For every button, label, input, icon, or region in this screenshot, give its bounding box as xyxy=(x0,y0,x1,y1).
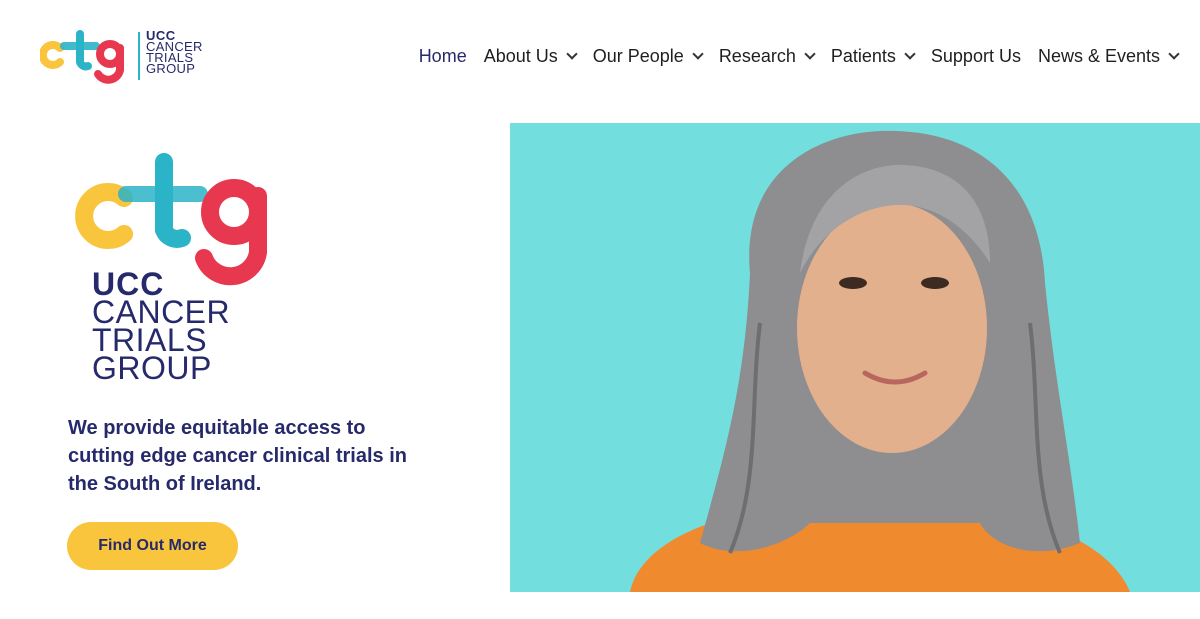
nav-our-people[interactable]: Our People xyxy=(592,46,704,67)
nav-support-us[interactable]: Support Us xyxy=(931,46,1021,67)
nav-news-events-label: News & Events xyxy=(1037,46,1160,66)
nav-our-people-label: Our People xyxy=(592,46,684,66)
chevron-down-icon xyxy=(692,48,704,60)
nav-research-label: Research xyxy=(718,46,796,66)
find-out-more-button[interactable]: Find Out More xyxy=(67,522,238,570)
nav-about-us-label: About Us xyxy=(483,46,558,66)
chevron-down-icon xyxy=(566,48,578,60)
nav-about-us[interactable]: About Us xyxy=(483,46,578,67)
hero-logo-group: GROUP xyxy=(92,350,212,386)
nav-patients-label: Patients xyxy=(830,46,896,66)
chevron-down-icon xyxy=(904,48,916,60)
nav-home-label: Home xyxy=(418,46,467,66)
nav-home[interactable]: Home xyxy=(419,46,467,67)
site-header: UCC CANCER TRIALS GROUP Home About Us Ou… xyxy=(0,0,1200,120)
hero-logo-wordmark: UCC CANCER TRIALS GROUP xyxy=(92,268,230,386)
nav-news-events[interactable]: News & Events xyxy=(1037,46,1180,67)
logo-divider xyxy=(138,32,140,80)
nav-research[interactable]: Research xyxy=(718,46,816,67)
nav-patients[interactable]: Patients xyxy=(830,46,916,67)
chevron-down-icon xyxy=(804,48,816,60)
site-logo[interactable]: UCC CANCER TRIALS GROUP xyxy=(40,26,220,86)
hero-tagline: We provide equitable access to cutting e… xyxy=(68,417,407,495)
ctg-logo-icon xyxy=(40,30,124,84)
main-nav: Home About Us Our People Research Patien… xyxy=(402,46,1180,67)
chevron-down-icon xyxy=(1168,48,1180,60)
hero-image xyxy=(510,123,1200,592)
portrait-photo xyxy=(510,123,1200,592)
logo-group: GROUP xyxy=(146,61,196,76)
nav-support-us-label: Support Us xyxy=(930,46,1021,66)
logo-wordmark: UCC CANCER TRIALS GROUP xyxy=(146,29,203,76)
